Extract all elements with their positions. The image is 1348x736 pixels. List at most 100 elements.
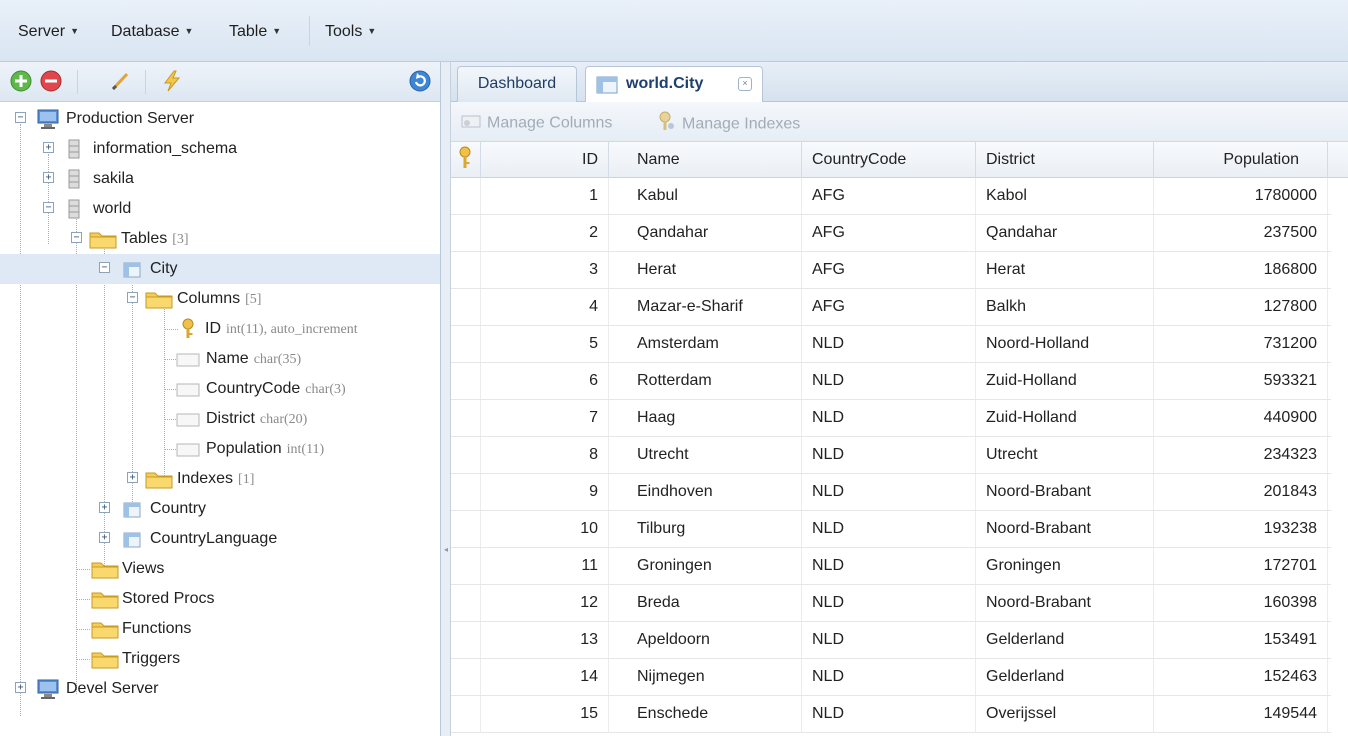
cell-id[interactable]: 4: [481, 289, 609, 325]
remove-icon[interactable]: [39, 69, 63, 93]
cell-id[interactable]: 6: [481, 363, 609, 399]
row-marker-cell[interactable]: [451, 215, 481, 251]
tab-world-city[interactable]: world.City ×: [585, 66, 763, 103]
cell-population[interactable]: 201843: [1154, 474, 1328, 510]
row-marker-cell[interactable]: [451, 289, 481, 325]
tree-node-triggers[interactable]: Triggers: [0, 644, 440, 674]
row-marker-cell[interactable]: [451, 622, 481, 658]
cell-countrycode[interactable]: NLD: [802, 659, 976, 695]
cell-population[interactable]: 1780000: [1154, 178, 1328, 214]
row-marker-cell[interactable]: [451, 363, 481, 399]
cell-district[interactable]: Herat: [976, 252, 1154, 288]
collapse-arrow-icon[interactable]: ◂: [444, 545, 448, 554]
table-row[interactable]: 8 Utrecht NLD Utrecht 234323: [451, 437, 1331, 474]
cell-population[interactable]: 172701: [1154, 548, 1328, 584]
cell-id[interactable]: 8: [481, 437, 609, 473]
cell-population[interactable]: 127800: [1154, 289, 1328, 325]
table-row[interactable]: 1 Kabul AFG Kabol 1780000: [451, 178, 1331, 215]
cell-name[interactable]: Kabul: [609, 178, 802, 214]
manage-columns-button[interactable]: Manage Columns: [461, 111, 612, 133]
column-header-population[interactable]: Population: [1154, 142, 1328, 178]
cell-name[interactable]: Herat: [609, 252, 802, 288]
row-marker-cell[interactable]: [451, 437, 481, 473]
tree-node-stored-procs[interactable]: Stored Procs: [0, 584, 440, 614]
cell-name[interactable]: Qandahar: [609, 215, 802, 251]
cell-countrycode[interactable]: AFG: [802, 178, 976, 214]
cell-name[interactable]: Mazar-e-Sharif: [609, 289, 802, 325]
cell-district[interactable]: Noord-Brabant: [976, 474, 1154, 510]
row-marker-cell[interactable]: [451, 326, 481, 362]
cell-countrycode[interactable]: AFG: [802, 252, 976, 288]
cell-countrycode[interactable]: NLD: [802, 696, 976, 732]
cell-id[interactable]: 9: [481, 474, 609, 510]
table-row[interactable]: 3 Herat AFG Herat 186800: [451, 252, 1331, 289]
expand-icon[interactable]: +: [43, 172, 54, 183]
cell-name[interactable]: Utrecht: [609, 437, 802, 473]
cell-population[interactable]: 193238: [1154, 511, 1328, 547]
menu-table[interactable]: Table ▼: [229, 21, 281, 43]
tree-node-column-countrycode[interactable]: CountryCode char(3): [0, 374, 440, 404]
cell-population[interactable]: 440900: [1154, 400, 1328, 436]
tree-node-devel-server[interactable]: + Devel Server: [0, 674, 440, 704]
menu-server[interactable]: Server ▼: [18, 21, 79, 43]
cell-id[interactable]: 10: [481, 511, 609, 547]
cell-district[interactable]: Gelderland: [976, 622, 1154, 658]
tree-node-production-server[interactable]: − Production Server: [0, 104, 440, 134]
row-marker-cell[interactable]: [451, 511, 481, 547]
column-header-district[interactable]: District: [976, 142, 1154, 178]
cell-district[interactable]: Groningen: [976, 548, 1154, 584]
column-header-countrycode[interactable]: CountryCode: [802, 142, 976, 178]
cell-district[interactable]: Noord-Holland: [976, 326, 1154, 362]
tree-node-information-schema[interactable]: + information_schema: [0, 134, 440, 164]
cell-countrycode[interactable]: NLD: [802, 511, 976, 547]
cell-id[interactable]: 3: [481, 252, 609, 288]
primary-key-column-header[interactable]: [451, 142, 481, 178]
row-marker-cell[interactable]: [451, 178, 481, 214]
cell-district[interactable]: Noord-Brabant: [976, 585, 1154, 621]
tree-node-column-name[interactable]: Name char(35): [0, 344, 440, 374]
cell-population[interactable]: 186800: [1154, 252, 1328, 288]
cell-population[interactable]: 731200: [1154, 326, 1328, 362]
cell-id[interactable]: 1: [481, 178, 609, 214]
cell-district[interactable]: Kabol: [976, 178, 1154, 214]
cell-name[interactable]: Tilburg: [609, 511, 802, 547]
cell-population[interactable]: 237500: [1154, 215, 1328, 251]
cell-countrycode[interactable]: NLD: [802, 548, 976, 584]
cell-population[interactable]: 234323: [1154, 437, 1328, 473]
column-header-name[interactable]: Name: [609, 142, 802, 178]
tree-node-column-population[interactable]: Population int(11): [0, 434, 440, 464]
row-marker-cell[interactable]: [451, 548, 481, 584]
collapse-icon[interactable]: −: [43, 202, 54, 213]
cell-district[interactable]: Zuid-Holland: [976, 400, 1154, 436]
tree-node-country[interactable]: + Country: [0, 494, 440, 524]
cell-name[interactable]: Haag: [609, 400, 802, 436]
tree-node-columns[interactable]: − Columns [5]: [0, 284, 440, 314]
cell-district[interactable]: Qandahar: [976, 215, 1154, 251]
cell-id[interactable]: 5: [481, 326, 609, 362]
cell-population[interactable]: 152463: [1154, 659, 1328, 695]
cell-name[interactable]: Apeldoorn: [609, 622, 802, 658]
manage-indexes-button[interactable]: Manage Indexes: [656, 111, 800, 133]
cell-id[interactable]: 2: [481, 215, 609, 251]
tree-node-world[interactable]: − world: [0, 194, 440, 224]
table-row[interactable]: 2 Qandahar AFG Qandahar 237500: [451, 215, 1331, 252]
tree-node-sakila[interactable]: + sakila: [0, 164, 440, 194]
add-icon[interactable]: [9, 69, 33, 93]
table-row[interactable]: 15 Enschede NLD Overijssel 149544: [451, 696, 1331, 733]
table-row[interactable]: 10 Tilburg NLD Noord-Brabant 193238: [451, 511, 1331, 548]
expand-icon[interactable]: +: [127, 472, 138, 483]
cell-name[interactable]: Amsterdam: [609, 326, 802, 362]
cell-id[interactable]: 15: [481, 696, 609, 732]
collapse-icon[interactable]: −: [99, 262, 110, 273]
cell-countrycode[interactable]: NLD: [802, 437, 976, 473]
cell-name[interactable]: Breda: [609, 585, 802, 621]
cell-id[interactable]: 11: [481, 548, 609, 584]
cell-countrycode[interactable]: NLD: [802, 474, 976, 510]
table-row[interactable]: 7 Haag NLD Zuid-Holland 440900: [451, 400, 1331, 437]
expand-icon[interactable]: +: [15, 682, 26, 693]
edit-icon[interactable]: [108, 69, 132, 93]
cell-district[interactable]: Gelderland: [976, 659, 1154, 695]
row-marker-cell[interactable]: [451, 585, 481, 621]
collapse-icon[interactable]: −: [127, 292, 138, 303]
table-row[interactable]: 12 Breda NLD Noord-Brabant 160398: [451, 585, 1331, 622]
